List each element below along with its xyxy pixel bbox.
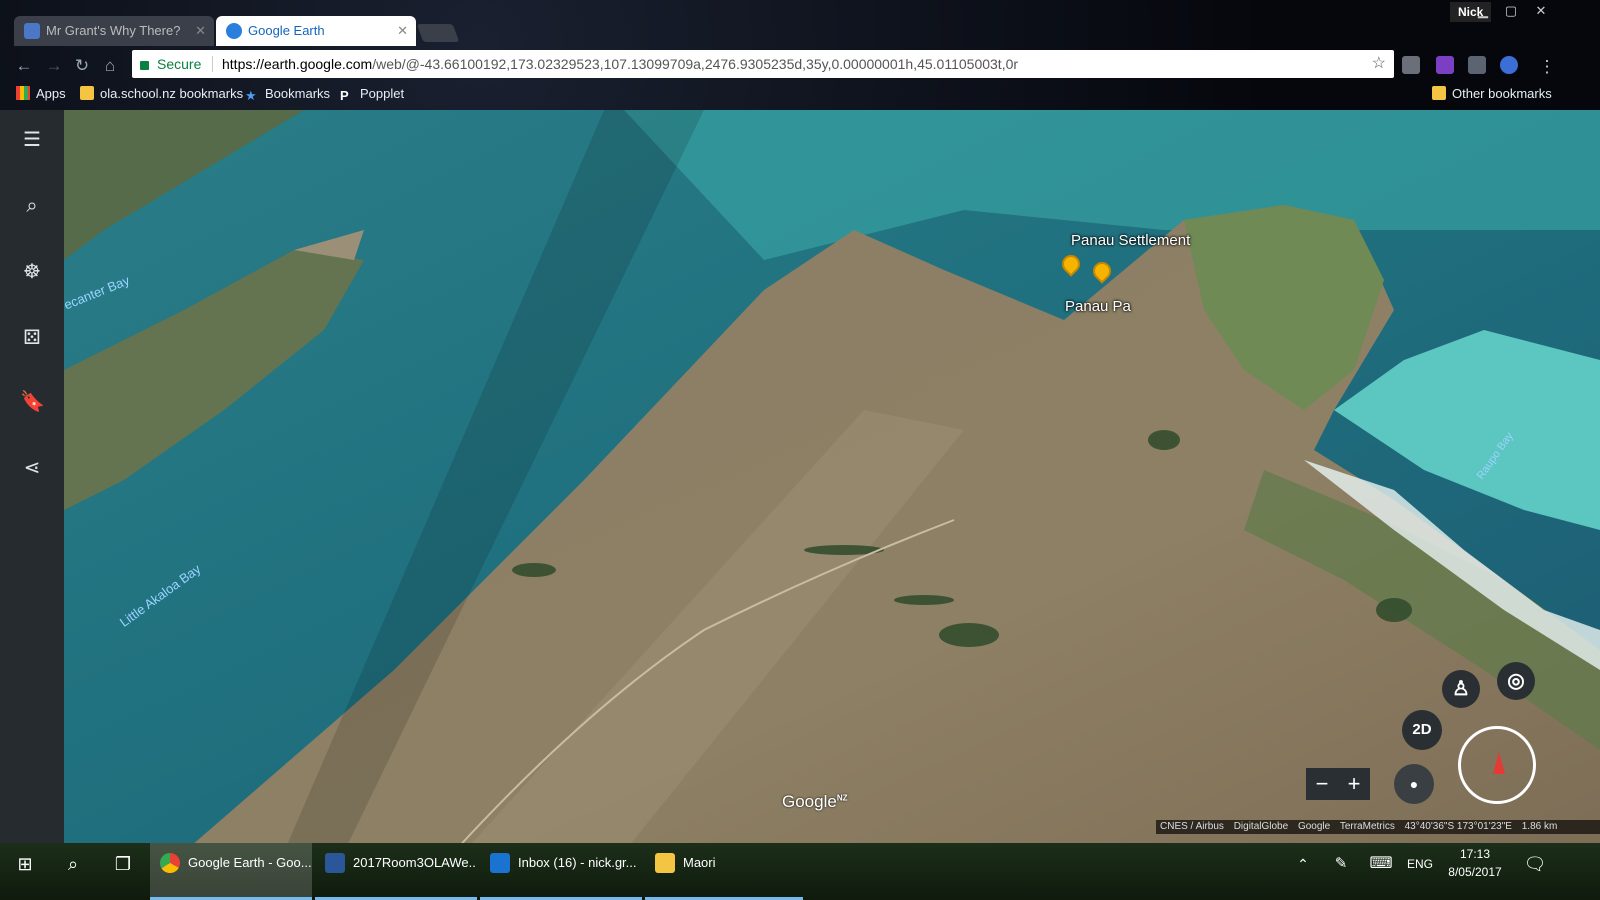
bookmark-other[interactable]: Other bookmarks — [1432, 86, 1552, 101]
scale-readout: 1.86 km — [1521, 821, 1558, 832]
popplet-icon: P — [340, 88, 349, 103]
attribution-item: Google — [1297, 821, 1331, 832]
folder-icon — [1432, 86, 1446, 100]
bookmark-apps[interactable]: Apps — [16, 86, 66, 101]
attribution-item: TerraMetrics — [1339, 821, 1395, 832]
attribution-bar: CNES / Airbus DigitalGlobe Google TerraM… — [1156, 820, 1600, 834]
extension-icon[interactable] — [1436, 56, 1454, 74]
tab-why-there[interactable]: Mr Grant's Why There? ✕ — [14, 16, 214, 46]
taskbar-item-explorer[interactable]: Maori — [645, 843, 803, 900]
taskbar-item-label: Google Earth - Goo... — [188, 855, 312, 870]
attribution-item: DigitalGlobe — [1233, 821, 1289, 832]
my-location-icon[interactable]: ◎ — [1497, 662, 1535, 700]
url-text[interactable]: https://earth.google.com/web/@-43.661001… — [222, 50, 1352, 78]
earth-sidebar: ☰ ⌕ ☸ ⚄ 🔖 ⋖ — [0, 110, 64, 852]
windows-start-icon[interactable]: ⊞ — [12, 851, 38, 877]
pegman-icon[interactable]: ♙ — [1442, 670, 1480, 708]
earth-icon — [226, 23, 242, 39]
bookmark-label: Apps — [36, 86, 66, 101]
zoom-out-button[interactable]: − — [1306, 768, 1338, 800]
bookmarks-bar: Apps ola.school.nz bookmarks ★ Bookmarks … — [0, 82, 1600, 108]
word-icon — [325, 853, 345, 873]
url-host: https://earth.google.com — [222, 56, 373, 72]
bookmark-ola[interactable]: ola.school.nz bookmarks — [80, 86, 243, 101]
extension-icon[interactable] — [1402, 56, 1420, 74]
address-bar[interactable]: Secure https://earth.google.com/web/@-43… — [132, 50, 1394, 78]
keyboard-icon[interactable]: ⌨ — [1368, 851, 1394, 877]
extension-icon[interactable] — [1500, 56, 1518, 74]
menu-icon[interactable]: ☰ — [20, 128, 44, 152]
taskbar-item-edge[interactable]: Inbox (16) - nick.gr... — [480, 843, 642, 900]
coordinates-readout: 43°40'36"S 173°01'23"E — [1404, 821, 1512, 832]
compass-needle-icon — [1493, 752, 1505, 774]
back-icon[interactable]: ← — [13, 55, 35, 77]
zoom-control: − + — [1306, 768, 1370, 800]
satellite-map[interactable]: ecanter Bay Little Akaloa Bay Raupo Bay … — [64, 110, 1600, 852]
terrain-imagery — [64, 110, 1600, 852]
separator — [212, 56, 213, 72]
bookmark-label: Bookmarks — [265, 86, 331, 101]
home-icon[interactable]: ⌂ — [99, 55, 121, 77]
google-logo: GoogleNZ — [782, 792, 848, 811]
close-window-icon[interactable]: ✕ — [1526, 0, 1556, 22]
bookmark-star-icon[interactable]: ☆ — [1372, 50, 1386, 78]
bookmark-bookmarks[interactable]: ★ Bookmarks — [245, 86, 331, 103]
zoom-in-button[interactable]: + — [1338, 768, 1370, 800]
clock[interactable]: 17:13 8/05/2017 — [1440, 845, 1510, 881]
tab-title: Google Earth — [248, 23, 325, 38]
taskbar-item-word[interactable]: 2017Room3OLAWe... — [315, 843, 477, 900]
search-icon[interactable]: ⌕ — [20, 194, 44, 218]
voyager-icon[interactable]: ☸ — [20, 260, 44, 284]
tab-google-earth[interactable]: Google Earth ✕ — [216, 16, 416, 46]
secure-indicator[interactable]: Secure — [140, 50, 201, 78]
new-tab-button[interactable] — [416, 24, 460, 42]
forward-icon[interactable]: → — [43, 55, 65, 77]
browser-chrome: Mr Grant's Why There? ✕ Google Earth ✕ N… — [0, 0, 1600, 110]
language-indicator[interactable]: ENG — [1404, 851, 1436, 877]
task-view-icon[interactable]: ❐ — [110, 851, 136, 877]
apps-grid-icon — [16, 86, 30, 100]
close-icon[interactable]: ✕ — [195, 16, 206, 46]
bookmark-label: Popplet — [360, 86, 405, 101]
folder-icon — [80, 86, 94, 100]
bookmark-popplet[interactable]: P Popplet — [340, 86, 405, 103]
place-label-panau-pa[interactable]: Panau Pa — [1065, 298, 1131, 315]
taskbar-item-label: 2017Room3OLAWe... — [353, 855, 477, 870]
cast-icon[interactable] — [1468, 56, 1486, 74]
star-icon: ★ — [245, 88, 257, 103]
taskbar: ⊞ ⌕ ❐ Google Earth - Goo... 2017Room3OLA… — [0, 843, 1600, 900]
toggle-2d-button[interactable]: 2D — [1402, 710, 1442, 750]
place-label-panau-settlement[interactable]: Panau Settlement — [1071, 232, 1190, 249]
secure-label: Secure — [157, 56, 202, 72]
taskbar-item-chrome[interactable]: Google Earth - Goo... — [150, 843, 312, 900]
chevron-up-icon[interactable]: ⌃ — [1290, 851, 1316, 877]
taskbar-item-label: Inbox (16) - nick.gr... — [518, 855, 637, 870]
attribution-item: CNES / Airbus — [1160, 821, 1224, 832]
docs-icon — [24, 23, 40, 39]
share-icon[interactable]: ⋖ — [20, 456, 44, 480]
bookmark-label: Other bookmarks — [1452, 86, 1552, 101]
action-center-icon[interactable]: 🗨 — [1522, 851, 1548, 877]
minimize-icon[interactable]: ▁ — [1468, 0, 1498, 22]
edge-icon — [490, 853, 510, 873]
pen-icon[interactable]: ✎ — [1328, 851, 1354, 877]
folder-icon — [655, 853, 675, 873]
taskbar-item-label: Maori — [683, 855, 716, 870]
tab-title: Mr Grant's Why There? — [46, 23, 181, 38]
feeling-lucky-dice-icon[interactable]: ⚄ — [20, 326, 44, 350]
clock-time: 17:13 — [1459, 847, 1491, 861]
reload-icon[interactable]: ↻ — [71, 55, 93, 77]
close-icon[interactable]: ✕ — [397, 16, 408, 46]
clock-date: 8/05/2017 — [1448, 865, 1502, 879]
bookmark-icon[interactable]: 🔖 — [20, 390, 45, 414]
menu-dots-icon[interactable]: ⋮ — [1536, 56, 1558, 78]
search-icon[interactable]: ⌕ — [60, 851, 86, 877]
url-path: /web/@-43.66100192,173.02329523,107.1309… — [372, 56, 1019, 72]
maximize-icon[interactable]: ▢ — [1496, 0, 1526, 22]
lock-icon — [140, 61, 149, 70]
minimap-globe-icon[interactable]: ● — [1394, 764, 1434, 804]
bookmark-label: ola.school.nz bookmarks — [100, 86, 244, 101]
chrome-icon — [160, 853, 180, 873]
